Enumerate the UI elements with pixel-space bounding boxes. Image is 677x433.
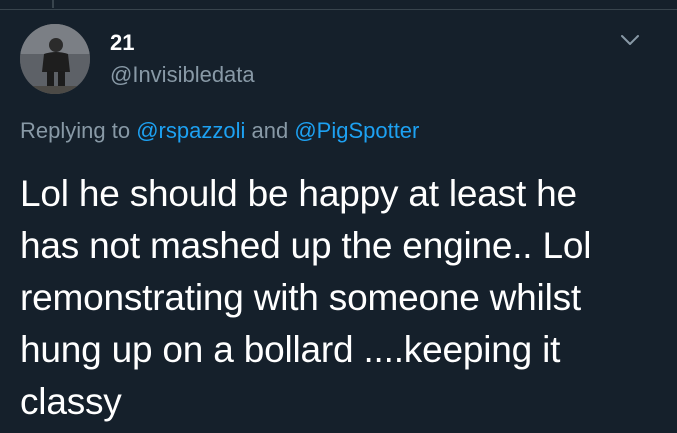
avatar[interactable] [20, 24, 90, 94]
tweet-text-line: has not mashed up the engine.. Lol [20, 225, 592, 266]
reply-mention-1[interactable]: @rspazzoli [136, 118, 245, 143]
tweet-text: Lol he should be happy at least he has n… [20, 168, 660, 428]
thread-connector [52, 0, 54, 8]
avatar-image [20, 24, 90, 94]
tweet-text-line: remonstrating with someone whilst [20, 277, 581, 318]
reply-and: and [251, 118, 289, 143]
tweet-text-line: classy [20, 381, 122, 422]
chevron-down-icon[interactable] [618, 28, 642, 52]
reply-context: Replying to @rspazzoli and @PigSpotter [20, 118, 419, 144]
reply-prefix: Replying to [20, 118, 131, 143]
tweet-text-line: Lol he should be happy at least he [20, 173, 577, 214]
user-handle[interactable]: @Invisibledata [110, 62, 255, 88]
display-name[interactable]: 21 [110, 30, 134, 56]
tweet-text-line: hung up on a bollard ....keeping it [20, 329, 561, 370]
reply-mention-2[interactable]: @PigSpotter [294, 118, 419, 143]
divider [0, 0, 677, 10]
